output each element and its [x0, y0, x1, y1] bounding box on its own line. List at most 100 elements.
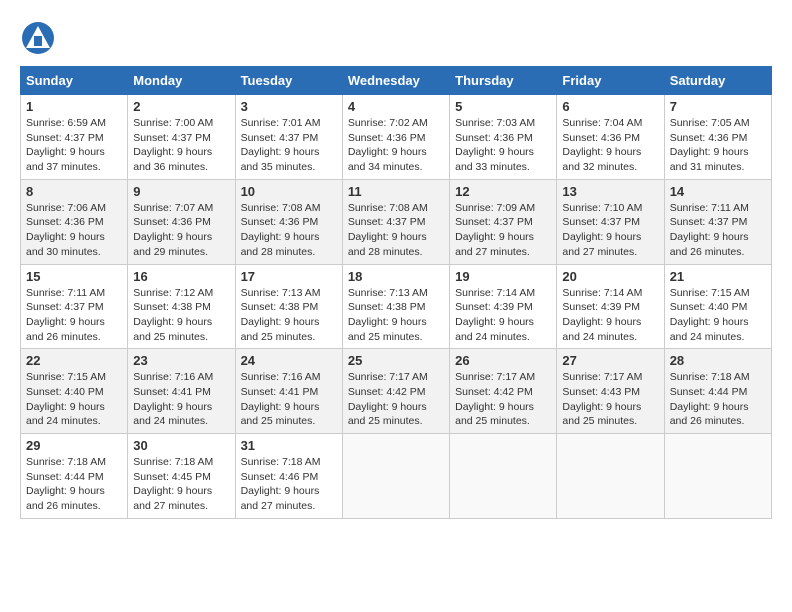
calendar-week-row: 29 Sunrise: 7:18 AM Sunset: 4:44 PM Dayl… — [21, 434, 772, 519]
day-number: 23 — [133, 353, 229, 368]
day-info: Sunrise: 7:00 AM Sunset: 4:37 PM Dayligh… — [133, 117, 213, 173]
day-info: Sunrise: 7:04 AM Sunset: 4:36 PM Dayligh… — [562, 117, 642, 173]
day-number: 13 — [562, 184, 658, 199]
day-number: 8 — [26, 184, 122, 199]
page-container: SundayMondayTuesdayWednesdayThursdayFrid… — [20, 20, 772, 519]
day-info: Sunrise: 7:17 AM Sunset: 4:42 PM Dayligh… — [455, 371, 535, 427]
calendar-cell: 23 Sunrise: 7:16 AM Sunset: 4:41 PM Dayl… — [128, 349, 235, 434]
calendar-cell: 15 Sunrise: 7:11 AM Sunset: 4:37 PM Dayl… — [21, 264, 128, 349]
calendar-cell: 17 Sunrise: 7:13 AM Sunset: 4:38 PM Dayl… — [235, 264, 342, 349]
calendar-cell: 6 Sunrise: 7:04 AM Sunset: 4:36 PM Dayli… — [557, 95, 664, 180]
day-info: Sunrise: 7:08 AM Sunset: 4:36 PM Dayligh… — [241, 202, 321, 258]
calendar-cell: 18 Sunrise: 7:13 AM Sunset: 4:38 PM Dayl… — [342, 264, 449, 349]
day-number: 19 — [455, 269, 551, 284]
calendar-week-row: 22 Sunrise: 7:15 AM Sunset: 4:40 PM Dayl… — [21, 349, 772, 434]
calendar-header-sunday: Sunday — [21, 67, 128, 95]
day-info: Sunrise: 7:07 AM Sunset: 4:36 PM Dayligh… — [133, 202, 213, 258]
day-info: Sunrise: 7:12 AM Sunset: 4:38 PM Dayligh… — [133, 287, 213, 343]
day-number: 2 — [133, 99, 229, 114]
day-info: Sunrise: 7:15 AM Sunset: 4:40 PM Dayligh… — [26, 371, 106, 427]
day-number: 15 — [26, 269, 122, 284]
day-info: Sunrise: 7:06 AM Sunset: 4:36 PM Dayligh… — [26, 202, 106, 258]
day-number: 24 — [241, 353, 337, 368]
calendar-header-thursday: Thursday — [450, 67, 557, 95]
logo-icon — [20, 20, 56, 56]
day-info: Sunrise: 7:11 AM Sunset: 4:37 PM Dayligh… — [26, 287, 105, 343]
header — [20, 20, 772, 56]
day-number: 20 — [562, 269, 658, 284]
calendar-cell: 20 Sunrise: 7:14 AM Sunset: 4:39 PM Dayl… — [557, 264, 664, 349]
calendar-cell: 29 Sunrise: 7:18 AM Sunset: 4:44 PM Dayl… — [21, 434, 128, 519]
day-info: Sunrise: 7:03 AM Sunset: 4:36 PM Dayligh… — [455, 117, 535, 173]
calendar-header-friday: Friday — [557, 67, 664, 95]
calendar-header-saturday: Saturday — [664, 67, 771, 95]
logo — [20, 20, 60, 56]
calendar-cell: 11 Sunrise: 7:08 AM Sunset: 4:37 PM Dayl… — [342, 179, 449, 264]
calendar-week-row: 1 Sunrise: 6:59 AM Sunset: 4:37 PM Dayli… — [21, 95, 772, 180]
day-info: Sunrise: 7:18 AM Sunset: 4:46 PM Dayligh… — [241, 456, 321, 512]
day-number: 4 — [348, 99, 444, 114]
calendar-cell: 16 Sunrise: 7:12 AM Sunset: 4:38 PM Dayl… — [128, 264, 235, 349]
calendar-cell: 26 Sunrise: 7:17 AM Sunset: 4:42 PM Dayl… — [450, 349, 557, 434]
day-number: 5 — [455, 99, 551, 114]
calendar-header-row: SundayMondayTuesdayWednesdayThursdayFrid… — [21, 67, 772, 95]
calendar-cell: 14 Sunrise: 7:11 AM Sunset: 4:37 PM Dayl… — [664, 179, 771, 264]
day-info: Sunrise: 7:02 AM Sunset: 4:36 PM Dayligh… — [348, 117, 428, 173]
day-number: 7 — [670, 99, 766, 114]
calendar-cell: 27 Sunrise: 7:17 AM Sunset: 4:43 PM Dayl… — [557, 349, 664, 434]
calendar-cell: 2 Sunrise: 7:00 AM Sunset: 4:37 PM Dayli… — [128, 95, 235, 180]
day-number: 30 — [133, 438, 229, 453]
day-number: 29 — [26, 438, 122, 453]
calendar-header-tuesday: Tuesday — [235, 67, 342, 95]
day-info: Sunrise: 7:18 AM Sunset: 4:45 PM Dayligh… — [133, 456, 213, 512]
calendar-cell: 12 Sunrise: 7:09 AM Sunset: 4:37 PM Dayl… — [450, 179, 557, 264]
day-number: 31 — [241, 438, 337, 453]
calendar-cell: 1 Sunrise: 6:59 AM Sunset: 4:37 PM Dayli… — [21, 95, 128, 180]
day-number: 26 — [455, 353, 551, 368]
calendar-cell — [557, 434, 664, 519]
calendar-table: SundayMondayTuesdayWednesdayThursdayFrid… — [20, 66, 772, 519]
day-info: Sunrise: 7:13 AM Sunset: 4:38 PM Dayligh… — [241, 287, 321, 343]
calendar-cell: 21 Sunrise: 7:15 AM Sunset: 4:40 PM Dayl… — [664, 264, 771, 349]
day-number: 12 — [455, 184, 551, 199]
day-info: Sunrise: 7:14 AM Sunset: 4:39 PM Dayligh… — [562, 287, 642, 343]
day-number: 9 — [133, 184, 229, 199]
calendar-cell: 31 Sunrise: 7:18 AM Sunset: 4:46 PM Dayl… — [235, 434, 342, 519]
calendar-header-monday: Monday — [128, 67, 235, 95]
day-number: 11 — [348, 184, 444, 199]
day-info: Sunrise: 7:17 AM Sunset: 4:43 PM Dayligh… — [562, 371, 642, 427]
day-info: Sunrise: 7:10 AM Sunset: 4:37 PM Dayligh… — [562, 202, 642, 258]
day-info: Sunrise: 7:11 AM Sunset: 4:37 PM Dayligh… — [670, 202, 749, 258]
calendar-header-wednesday: Wednesday — [342, 67, 449, 95]
day-info: Sunrise: 6:59 AM Sunset: 4:37 PM Dayligh… — [26, 117, 106, 173]
calendar-cell — [664, 434, 771, 519]
calendar-cell: 30 Sunrise: 7:18 AM Sunset: 4:45 PM Dayl… — [128, 434, 235, 519]
calendar-cell: 19 Sunrise: 7:14 AM Sunset: 4:39 PM Dayl… — [450, 264, 557, 349]
calendar-cell — [450, 434, 557, 519]
day-info: Sunrise: 7:16 AM Sunset: 4:41 PM Dayligh… — [133, 371, 213, 427]
day-number: 17 — [241, 269, 337, 284]
day-number: 21 — [670, 269, 766, 284]
day-number: 16 — [133, 269, 229, 284]
day-number: 3 — [241, 99, 337, 114]
day-info: Sunrise: 7:14 AM Sunset: 4:39 PM Dayligh… — [455, 287, 535, 343]
calendar-cell — [342, 434, 449, 519]
day-number: 14 — [670, 184, 766, 199]
calendar-cell: 3 Sunrise: 7:01 AM Sunset: 4:37 PM Dayli… — [235, 95, 342, 180]
calendar-cell: 4 Sunrise: 7:02 AM Sunset: 4:36 PM Dayli… — [342, 95, 449, 180]
calendar-cell: 10 Sunrise: 7:08 AM Sunset: 4:36 PM Dayl… — [235, 179, 342, 264]
day-number: 27 — [562, 353, 658, 368]
day-number: 1 — [26, 99, 122, 114]
day-info: Sunrise: 7:15 AM Sunset: 4:40 PM Dayligh… — [670, 287, 750, 343]
calendar-cell: 5 Sunrise: 7:03 AM Sunset: 4:36 PM Dayli… — [450, 95, 557, 180]
day-info: Sunrise: 7:01 AM Sunset: 4:37 PM Dayligh… — [241, 117, 321, 173]
day-info: Sunrise: 7:18 AM Sunset: 4:44 PM Dayligh… — [26, 456, 106, 512]
calendar-week-row: 8 Sunrise: 7:06 AM Sunset: 4:36 PM Dayli… — [21, 179, 772, 264]
calendar-week-row: 15 Sunrise: 7:11 AM Sunset: 4:37 PM Dayl… — [21, 264, 772, 349]
calendar-cell: 13 Sunrise: 7:10 AM Sunset: 4:37 PM Dayl… — [557, 179, 664, 264]
day-info: Sunrise: 7:16 AM Sunset: 4:41 PM Dayligh… — [241, 371, 321, 427]
day-number: 28 — [670, 353, 766, 368]
day-info: Sunrise: 7:17 AM Sunset: 4:42 PM Dayligh… — [348, 371, 428, 427]
calendar-cell: 8 Sunrise: 7:06 AM Sunset: 4:36 PM Dayli… — [21, 179, 128, 264]
calendar-cell: 24 Sunrise: 7:16 AM Sunset: 4:41 PM Dayl… — [235, 349, 342, 434]
